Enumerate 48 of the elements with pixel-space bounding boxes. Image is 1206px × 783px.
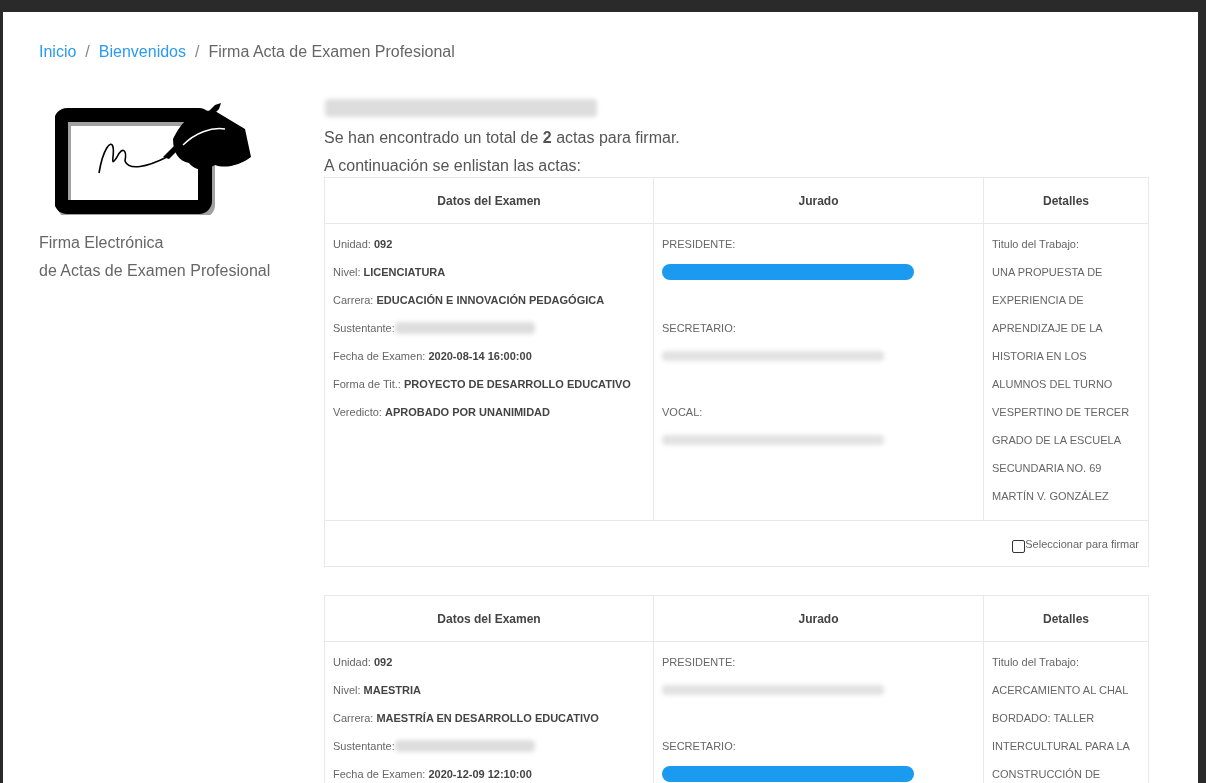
work-title-line: ACERCAMIENTO AL CHAL	[992, 683, 1130, 698]
jury-role: SECRETARIO:	[662, 321, 737, 336]
details-label: Titulo del Trabajo:	[992, 655, 1081, 670]
exam-field: Carrera: MAESTRÍA EN DESARROLLO EDUCATIVO	[333, 710, 645, 726]
column-header: Detalles	[1042, 192, 1090, 210]
work-title-line: HISTORIA EN LOS	[992, 349, 1088, 364]
caption-line: de Actas de Examen Profesional	[39, 261, 272, 281]
work-title-line: UNA PROPUESTA DE	[992, 265, 1104, 280]
work-title-line: INTERCULTURAL PARA LA	[992, 739, 1131, 754]
breadcrumb-separator: /	[85, 42, 90, 62]
work-title-line: BORDADO: TALLER	[992, 711, 1096, 726]
jury-role: PRESIDENTE:	[662, 237, 737, 252]
exam-field: Nivel: LICENCIATURA	[333, 264, 645, 280]
exam-field: Unidad: 092	[333, 236, 645, 252]
work-title-line: SECUNDARIA NO. 69	[992, 461, 1103, 476]
work-title-line: CONSTRUCCIÓN DE	[992, 767, 1102, 782]
jury-role: SECRETARIO:	[662, 739, 737, 754]
exam-field: Carrera: EDUCACIÓN E INNOVACIÓN PEDAGÓGICA	[333, 292, 645, 308]
exam-field: Forma de Tit.: PROYECTO DE DESARROLLO EDUCATIVO	[333, 376, 645, 392]
work-title-line: ALUMNOS DEL TURNO	[992, 377, 1114, 392]
list-intro-text: A continuación se enlistan las actas:	[324, 156, 583, 176]
exam-field: Nivel: MAESTRIA	[333, 682, 645, 698]
column-header: Jurado	[654, 178, 984, 223]
work-title-line: EXPERIENCIA DE	[992, 293, 1085, 308]
jury-role: VOCAL:	[662, 405, 704, 420]
select-to-sign-checkbox[interactable]: Seleccionar para firmar	[1012, 536, 1139, 553]
work-title-line: APRENDIZAJE DE LA	[992, 321, 1104, 336]
column-header: Jurado	[654, 596, 984, 641]
work-title-line: GRADO DE LA ESCUELA	[992, 433, 1122, 448]
details-label: Titulo del Trabajo:	[992, 237, 1081, 252]
breadcrumb-link[interactable]: Inicio	[39, 40, 77, 64]
column-header: Datos del Examen	[325, 596, 654, 641]
exam-field: Unidad: 092	[333, 654, 645, 670]
jury-role: PRESIDENTE:	[662, 655, 737, 670]
work-title-line: VESPERTINO DE TERCER	[992, 405, 1131, 420]
caption-line: Firma Electrónica	[39, 233, 165, 253]
field-label: Sustentante:	[333, 739, 395, 754]
field-label: Sustentante:	[333, 321, 395, 336]
breadcrumb-separator: /	[195, 42, 200, 62]
summary-text: Se han encontrado un total de 2 actas para firmar.	[324, 128, 681, 148]
breadcrumb-link[interactable]: Bienvenidos	[98, 40, 186, 64]
exam-field: Fecha de Examen: 2020-08-14 16:00:00	[333, 348, 645, 364]
column-header: Datos del Examen	[325, 178, 654, 223]
work-title-line: MARTÍN V. GONZÁLEZ	[992, 489, 1110, 504]
exam-field: Veredicto: APROBADO POR UNANIMIDAD	[333, 404, 645, 420]
breadcrumb-current: Firma Acta de Examen Profesional	[208, 42, 455, 62]
column-header: Detalles	[1042, 610, 1090, 628]
exam-field: Fecha de Examen: 2020-12-09 12:10:00	[333, 766, 645, 782]
